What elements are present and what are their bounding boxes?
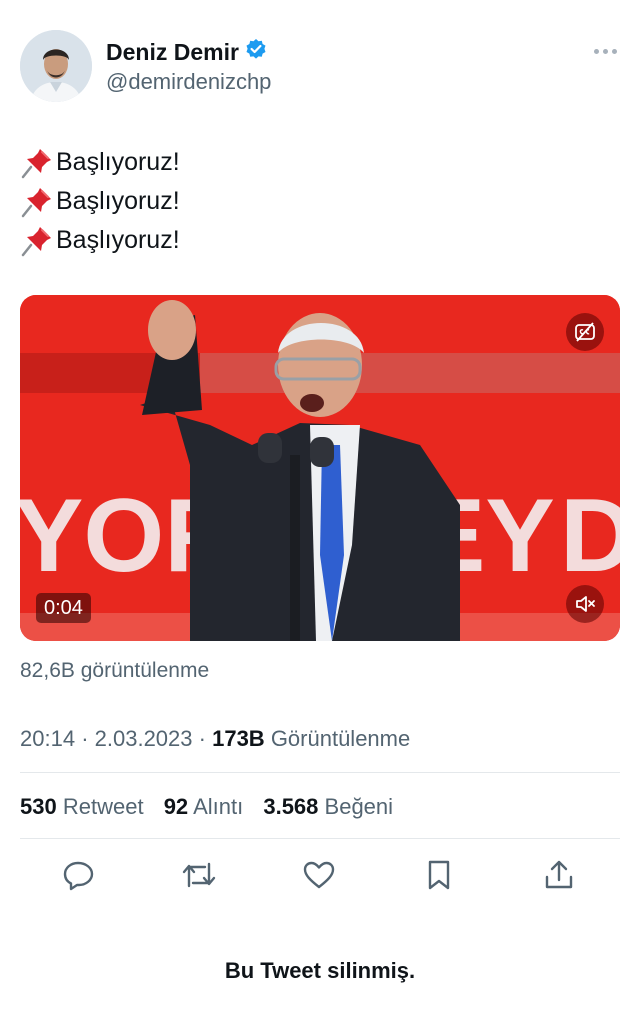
tweet-line: Başlıyoruz! xyxy=(20,143,180,182)
pushpin-icon xyxy=(20,224,54,258)
tweet-line-text: Başlıyoruz! xyxy=(56,148,180,176)
tweet-time[interactable]: 20:14 xyxy=(20,726,75,751)
reply-icon[interactable] xyxy=(56,852,102,898)
tweet-line-text: Başlıyoruz! xyxy=(56,226,180,254)
tweet-line: Başlıyoruz! xyxy=(20,221,180,260)
views-label: Görüntülenme xyxy=(270,726,411,751)
pushpin-icon xyxy=(20,185,54,219)
verified-badge-icon xyxy=(245,38,267,66)
tweet-meta: 20:14 · 2.03.2023 · 173B Görüntülenme xyxy=(20,724,410,754)
meta-separator: · xyxy=(81,726,89,751)
retweet-icon[interactable] xyxy=(176,852,222,898)
avatar[interactable] xyxy=(20,30,92,102)
retweets-stat[interactable]: 530 Retweet xyxy=(20,794,150,819)
divider xyxy=(20,772,620,773)
deleted-notice: Bu Tweet silinmiş. xyxy=(224,958,416,983)
video-duration: 0:04 xyxy=(36,593,91,623)
user-handle[interactable]: @demirdenizchp xyxy=(106,68,271,96)
like-icon[interactable] xyxy=(296,852,342,898)
tweet-line-text: Başlıyoruz! xyxy=(56,187,180,215)
views-count: 173B xyxy=(212,726,265,751)
captions-off-icon[interactable] xyxy=(566,313,604,351)
quotes-label: Alıntı xyxy=(193,794,244,819)
video-frame: YOR EY D xyxy=(20,295,620,641)
likes-count: 3.568 xyxy=(263,794,319,819)
display-name[interactable]: Deniz Demir xyxy=(106,38,239,66)
pushpin-icon xyxy=(20,146,54,180)
tweet-line: Başlıyoruz! xyxy=(20,182,180,221)
tweet-header: Deniz Demir @demirdenizchp xyxy=(20,30,620,104)
likes-stat[interactable]: 3.568 Beğeni xyxy=(263,794,393,819)
divider xyxy=(20,838,620,839)
retweets-count: 530 xyxy=(20,794,57,819)
mute-icon[interactable] xyxy=(566,585,604,623)
quotes-stat[interactable]: 92 Alıntı xyxy=(164,794,250,819)
action-bar xyxy=(20,852,620,898)
meta-separator: · xyxy=(198,726,206,751)
share-icon[interactable] xyxy=(536,852,582,898)
engagement-stats: 530 Retweet 92 Alıntı 3.568 Beğeni xyxy=(20,792,407,822)
likes-label: Beğeni xyxy=(324,794,394,819)
retweets-label: Retweet xyxy=(62,794,144,819)
svg-text:D: D xyxy=(560,478,620,594)
video-view-count: 82,6B görüntülenme xyxy=(20,659,210,682)
bookmark-icon[interactable] xyxy=(416,852,462,898)
video-player[interactable]: YOR EY D 0:04 xyxy=(20,295,620,641)
tweet-text: Başlıyoruz! Başlıyoruz! Başlıyoruz! xyxy=(20,143,180,260)
more-options-icon[interactable] xyxy=(590,44,620,58)
tweet-date[interactable]: 2.03.2023 xyxy=(95,726,193,751)
quotes-count: 92 xyxy=(163,794,189,819)
